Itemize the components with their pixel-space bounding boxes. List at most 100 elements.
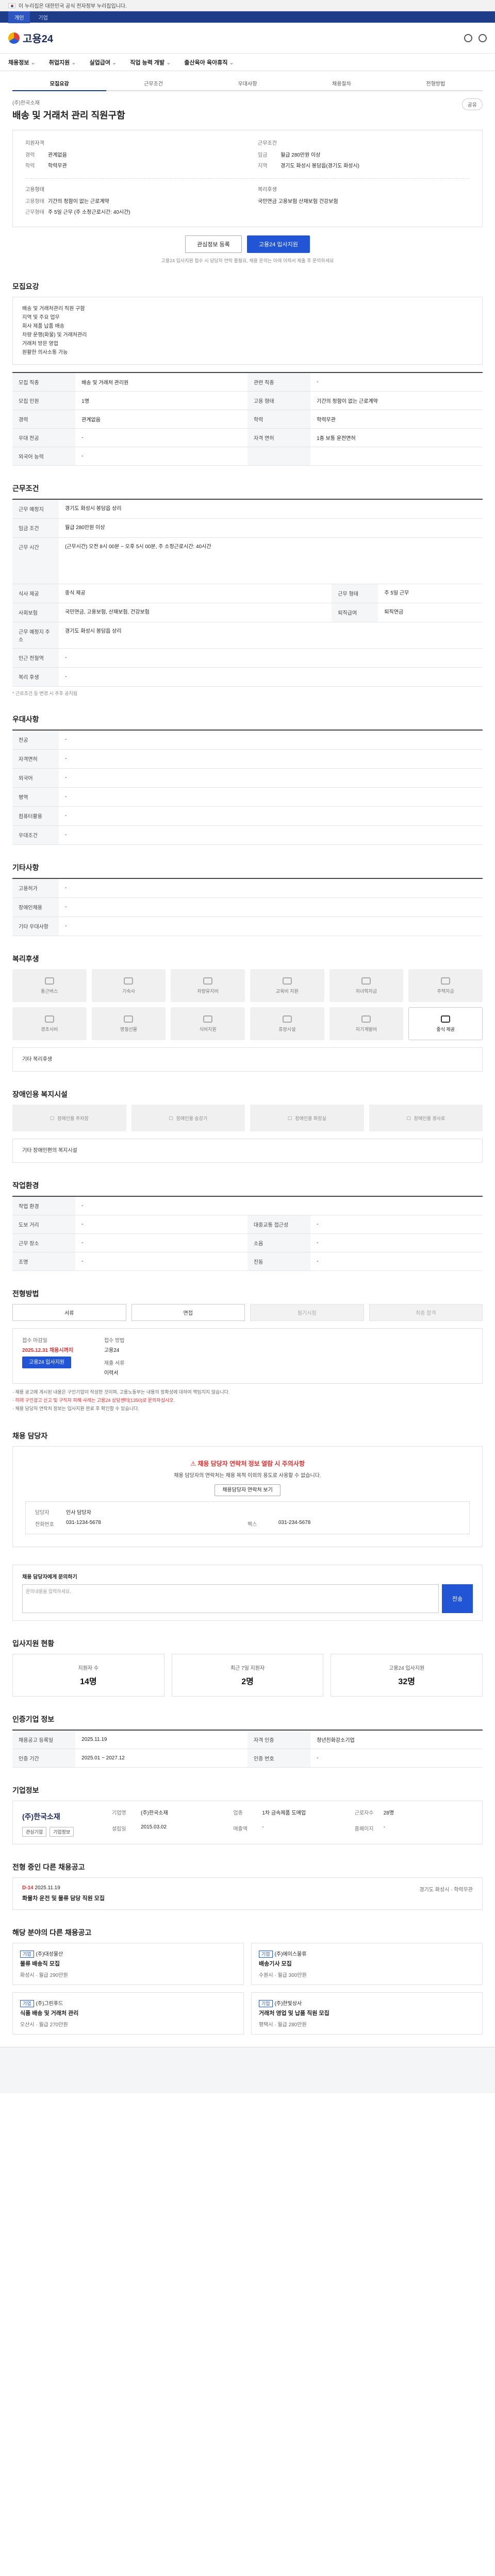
contact-value: 인사 담당자 [66,1510,91,1516]
other-job-card[interactable]: 기업 (주)그린푸드 식품 배송 및 거래처 관리 오산시 · 월급 270만원 [12,1992,244,2035]
save-interest-button[interactable]: 관심정보 등록 [185,235,242,253]
company-logo: (주)한국소재 [22,1812,60,1821]
benefit-card: 교육비 지원 [250,969,324,1002]
share-button[interactable]: 공유 [461,98,483,110]
table-value: - [59,897,483,917]
table-key: 소음 [247,1233,311,1252]
site-logo[interactable]: 고용24 [8,30,53,45]
table-value: 월급 280만원 이상 [59,518,483,538]
table-key: 인근 전철역 [12,648,59,668]
rec-meta: 경기도 화성시 · 학력무관 [419,1887,473,1893]
other-job-card[interactable]: 기업 (주)에이스물류 배송기사 모집 수원시 · 월급 300만원 [251,1942,483,1985]
duty-line: 원활한 의사소통 가능 [22,350,68,355]
section-title: 해당 분야의 다른 채용공고 [12,1928,92,1937]
pref-table: 전공 - 자격면허 - 외국어 - 병역 - 컴퓨터활용 - 우대조건 - [12,730,483,845]
tab-individual[interactable]: 개인 [8,11,30,23]
other-job-card[interactable]: 기업 (주)대성물산 물류 배송직 모집 화성시 · 월급 290만원 [12,1942,244,1985]
benefit-card: 명절선물 [91,1007,166,1040]
notice-line: · 허위 구인광고 신고 및 구직자 피해 사례는 고용24 상담센터(1350… [12,1398,175,1403]
table-key: 기타 우대사항 [12,917,59,936]
search-icon[interactable] [464,33,472,42]
other-job-card[interactable]: 기업 (주)한빛상사 거래처 영업 및 납품 직원 모집 평택시 · 월급 280만원 [251,1992,483,2035]
section-title: 장애인용 복지시설 [12,1090,68,1098]
company-name[interactable]: (주)한국소재 [12,98,125,106]
table-key: 채용공고 등록일 [12,1730,76,1749]
nav-item[interactable]: 취업지원 [49,58,76,66]
table-value: - [59,730,483,750]
fav-company-button[interactable]: 관심기업 [22,1826,47,1837]
other-title: 거래처 영업 및 납품 직원 모집 [259,2010,329,2016]
warning-icon: ⚠ [190,1460,198,1467]
table-value: - [59,648,483,668]
company-key: 홈페이지 [354,1826,374,1833]
summary-key: 경력 [25,152,35,158]
ramp-icon: ▢ [406,1115,411,1121]
nav-item[interactable]: 실업급여 [90,58,117,66]
benefit-label: 중식 제공 [436,1026,455,1032]
company-logo-area: (주)한국소재 관심기업 기업정보 [22,1808,100,1837]
table-key: 자격 면허 [247,428,311,447]
table-value: - [310,1252,483,1271]
summary-key: 임금 [258,152,268,158]
stat-value: 2명 [241,1677,254,1686]
envelope-icon [44,1015,54,1023]
apply-now-button[interactable]: 고용24 입사지원 [22,1357,72,1368]
table-key: 도보 거리 [12,1215,76,1234]
tab-recruit[interactable]: 모집요강 [12,76,107,91]
benefit-label: 자녀학자금 [355,988,377,994]
house-icon [441,977,451,985]
manager-desc: 채용 담당자의 연락처는 채용 목적 이외의 용도로 사용할 수 없습니다. [174,1472,321,1479]
benefit-card: 차량유지비 [171,969,245,1002]
tab-work[interactable]: 근무조건 [106,76,200,90]
info-section: 인증기업 정보 채용공고 등록일 2025.11.19 자격 인증 청년친화강소기업 … [12,1714,483,1768]
rec-card[interactable]: D-14 2025.11.19 화물차 운전 및 물류 담당 직원 모집 경기도… [12,1877,483,1910]
recruit-table: 모집 직종 배송 및 거래처 관리원 관련 직종 - 모집 인원 1명 고용 형태 기간의 … [12,372,483,466]
table-key: 전공 [12,730,59,750]
company-badge: 기업 [20,1950,34,1958]
user-icon[interactable] [478,33,487,42]
summary-heading: 복리후생 [258,187,277,193]
action-buttons: 관심정보 등록 고용24 입사지원 [12,235,483,253]
section-title: 전형 중인 다른 채용공고 [12,1862,85,1871]
stat-value: 14명 [80,1677,97,1686]
benefit-more-box: 기타 복리후생 [12,1047,483,1072]
table-key: 우대 전공 [12,428,76,447]
table-key: 모집 직종 [12,372,76,392]
table-value: - [59,917,483,936]
table-key: 인증 번호 [247,1749,311,1768]
facility-label: 장애인용 주차장 [57,1115,89,1121]
process-steps: 서류 면접 필기시험 최종 합격 [12,1304,483,1321]
inquiry-send-button[interactable]: 전송 [442,1584,473,1613]
benefit-card: 휴양시설 [250,1007,324,1040]
company-key: 업종 [233,1810,243,1816]
stat-label: 고용24 입사지원 [389,1665,425,1671]
nav-item[interactable]: 채용정보 [8,58,36,66]
inquiry-textarea[interactable]: 문의내용을 입력하세요. [22,1584,439,1613]
header-actions [464,33,487,42]
pref-section: 우대사항 전공 - 자격면허 - 외국어 - 병역 - 컴퓨터활용 - 우대조건 - [12,714,483,845]
tab-method[interactable]: 전형방법 [389,76,483,90]
table-row: 자격면허 - [12,749,483,769]
tab-pref[interactable]: 우대사항 [201,76,294,90]
table-value: 경기도 화성시 봉담읍 상리 [59,499,483,519]
stat-label: 지원자 수 [78,1665,99,1671]
facility-card: ▢ 장애인용 주차장 [12,1105,126,1131]
env-section: 작업환경 작업 환경 - 도보 거리 - 대중교통 접근성 - 근무 장소 - 소음 - 조명… [12,1180,483,1271]
duty-line: 배송 및 거래처관리 직원 구함 [22,306,85,312]
other-company: (주)그린푸드 [36,2001,63,2007]
show-contact-button[interactable]: 채용담당자 연락처 보기 [214,1484,280,1496]
divider [25,178,470,179]
other-title: 식품 배송 및 거래처 관리 [20,2010,79,2016]
tab-process[interactable]: 채용절차 [294,76,388,90]
duties-box: 배송 및 거래처관리 직원 구함 지역 및 주요 업무 회사 제품 납품 배송 … [12,297,483,365]
company-info-button[interactable]: 기업정보 [50,1826,74,1837]
other-pref-table: 고용허가 - 장애인채용 - 기타 우대사항 - [12,878,483,936]
nav-item[interactable]: 출산육아 육아휴직 [184,58,234,66]
apply-button[interactable]: 고용24 입사지원 [246,235,310,253]
apply-docs-label: 제출 서류 [104,1361,125,1366]
benefit-card: 통근버스 [12,969,87,1002]
table-value: - [75,1215,248,1234]
nav-item[interactable]: 직업 능력 개발 [130,58,171,66]
work-table: 근무 예정지 경기도 화성시 봉담읍 상리 임금 조건 월급 280만원 이상 근무… [12,499,483,687]
tab-company[interactable]: 기업 [38,13,47,21]
